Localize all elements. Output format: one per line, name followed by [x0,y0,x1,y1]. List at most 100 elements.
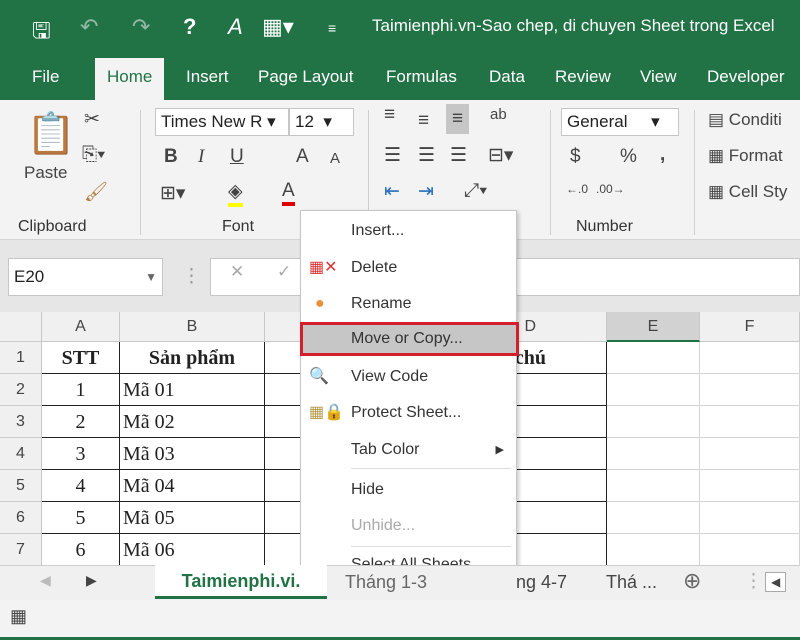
sheet-tab[interactable]: ng 4-7 [516,572,567,593]
underline-button[interactable]: U [230,146,244,168]
help-icon[interactable]: ? [183,14,196,40]
tab-data[interactable]: Data [481,58,533,100]
decrease-font-icon[interactable]: A [330,150,340,167]
cell[interactable] [700,534,800,566]
macro-record-icon[interactable]: ▦ [10,606,27,627]
menu-item-rename[interactable]: ● Rename [301,287,516,321]
number-format-select[interactable]: General ▾ [561,108,679,136]
align-left-icon[interactable]: ☰ [384,144,401,167]
cell[interactable] [607,502,700,534]
align-bottom-icon[interactable]: ≡ [446,104,470,134]
cell[interactable]: 3 [42,438,120,470]
cell[interactable]: STT [42,342,120,374]
tab-developer[interactable]: Developer [699,58,793,100]
font-color-icon[interactable]: A [282,180,295,206]
menu-item-hide[interactable]: Hide [301,473,516,507]
cell[interactable]: 6 [42,534,120,566]
select-all-button[interactable] [0,312,42,342]
sheet-tab[interactable]: Thá ... [606,572,657,593]
format-as-table-button[interactable]: ▦ Format [708,146,783,166]
cell[interactable] [700,438,800,470]
row-header[interactable]: 4 [0,438,42,470]
column-header[interactable]: E [607,312,700,342]
redo-icon[interactable]: ↷ [132,14,150,40]
undo-icon[interactable]: ↶ [80,14,98,40]
tab-page-layout[interactable]: Page Layout [250,58,361,100]
font-icon[interactable]: A [228,14,243,40]
bold-button[interactable]: B [164,146,178,168]
hscroll-left-icon[interactable]: ◀ [765,572,787,592]
italic-button[interactable]: I [198,146,204,168]
align-middle-icon[interactable]: ≡ [418,110,429,132]
copy-icon[interactable]: ⎘▾ [82,144,105,166]
currency-button[interactable]: $ [570,146,581,168]
cell[interactable]: 1 [42,374,120,406]
column-header[interactable]: A [42,312,120,342]
conditional-formatting-button[interactable]: ▤ Conditi [708,110,782,130]
tab-file[interactable]: File [24,58,67,100]
comma-button[interactable]: , [660,144,665,166]
cell[interactable]: 2 [42,406,120,438]
cell[interactable]: Mã 02 [120,406,265,438]
cell[interactable] [700,374,800,406]
orientation-icon[interactable]: ⤢▾ [464,180,487,202]
column-header[interactable]: B [120,312,265,342]
format-painter-icon[interactable]: 🖌 [84,180,108,204]
row-header[interactable]: 3 [0,406,42,438]
cell[interactable] [607,534,700,566]
font-name-select[interactable]: Times New R ▾ [155,108,289,136]
paste-icon[interactable]: 📋 [26,110,76,157]
cell[interactable]: Mã 05 [120,502,265,534]
increase-font-icon[interactable]: A [296,146,309,168]
cell[interactable] [607,406,700,438]
scroll-right-icon[interactable]: ▶ [86,572,97,589]
cell[interactable] [700,406,800,438]
sheet-tab-active[interactable]: Taimienphi.vi. [155,565,327,599]
align-top-icon[interactable]: ≡ [384,104,395,126]
increase-indent-icon[interactable]: ⇥ [418,180,434,203]
new-sheet-icon[interactable]: ⊕ [683,568,701,594]
row-header[interactable]: 2 [0,374,42,406]
increase-decimal-icon[interactable]: ←.0 [566,182,588,196]
name-box[interactable]: E20 ▼ [8,258,163,296]
tab-review[interactable]: Review [547,58,619,100]
cell-styles-button[interactable]: ▦ Cell Sty [708,182,787,202]
cell[interactable] [607,374,700,406]
cell[interactable] [700,502,800,534]
menu-item-protect-sheet[interactable]: ▦🔒 Protect Sheet... [301,396,516,430]
menu-item-view-code[interactable]: 🔍 View Code [301,360,516,394]
enter-icon[interactable]: ✓ [277,262,291,281]
tab-view[interactable]: View [632,58,685,100]
fill-color-icon[interactable]: ◈ [228,180,243,207]
cut-icon[interactable]: ✂ [84,108,100,131]
font-size-select[interactable]: 12 ▾ [289,108,354,136]
cell[interactable]: Sản phẩm [120,342,265,374]
sheet-tab[interactable]: Tháng 1-3 [345,572,427,593]
cell[interactable] [700,342,800,374]
menu-item-delete[interactable]: ▦✕ Delete [301,251,516,285]
align-right-icon[interactable]: ☰ [450,144,467,167]
merge-center-icon[interactable]: ⊟▾ [488,144,513,167]
decrease-decimal-icon[interactable]: .00→ [596,182,625,196]
cell[interactable]: Mã 03 [120,438,265,470]
decrease-indent-icon[interactable]: ⇤ [384,180,400,203]
paste-button[interactable]: Paste [24,163,67,183]
align-center-icon[interactable]: ☰ [418,144,435,167]
menu-item-insert[interactable]: Insert... [301,214,516,248]
row-header[interactable]: 5 [0,470,42,502]
cell[interactable]: 5 [42,502,120,534]
wrap-text-icon[interactable]: ab [490,106,507,123]
row-header[interactable]: 7 [0,534,42,566]
tab-insert[interactable]: Insert [178,58,237,100]
form-icon[interactable]: ▦▾ [262,14,294,40]
cell[interactable] [607,470,700,502]
customize-icon[interactable]: ≡ [328,20,336,36]
save-icon[interactable]: 🖫 [32,14,51,52]
row-header[interactable]: 6 [0,502,42,534]
cell[interactable]: Mã 04 [120,470,265,502]
scroll-left-icon[interactable]: ◀ [40,572,51,589]
cancel-icon[interactable]: ✕ [230,262,244,281]
column-header[interactable]: F [700,312,800,342]
cell[interactable] [607,342,700,374]
menu-item-move-or-copy[interactable]: Move or Copy... [300,322,519,356]
